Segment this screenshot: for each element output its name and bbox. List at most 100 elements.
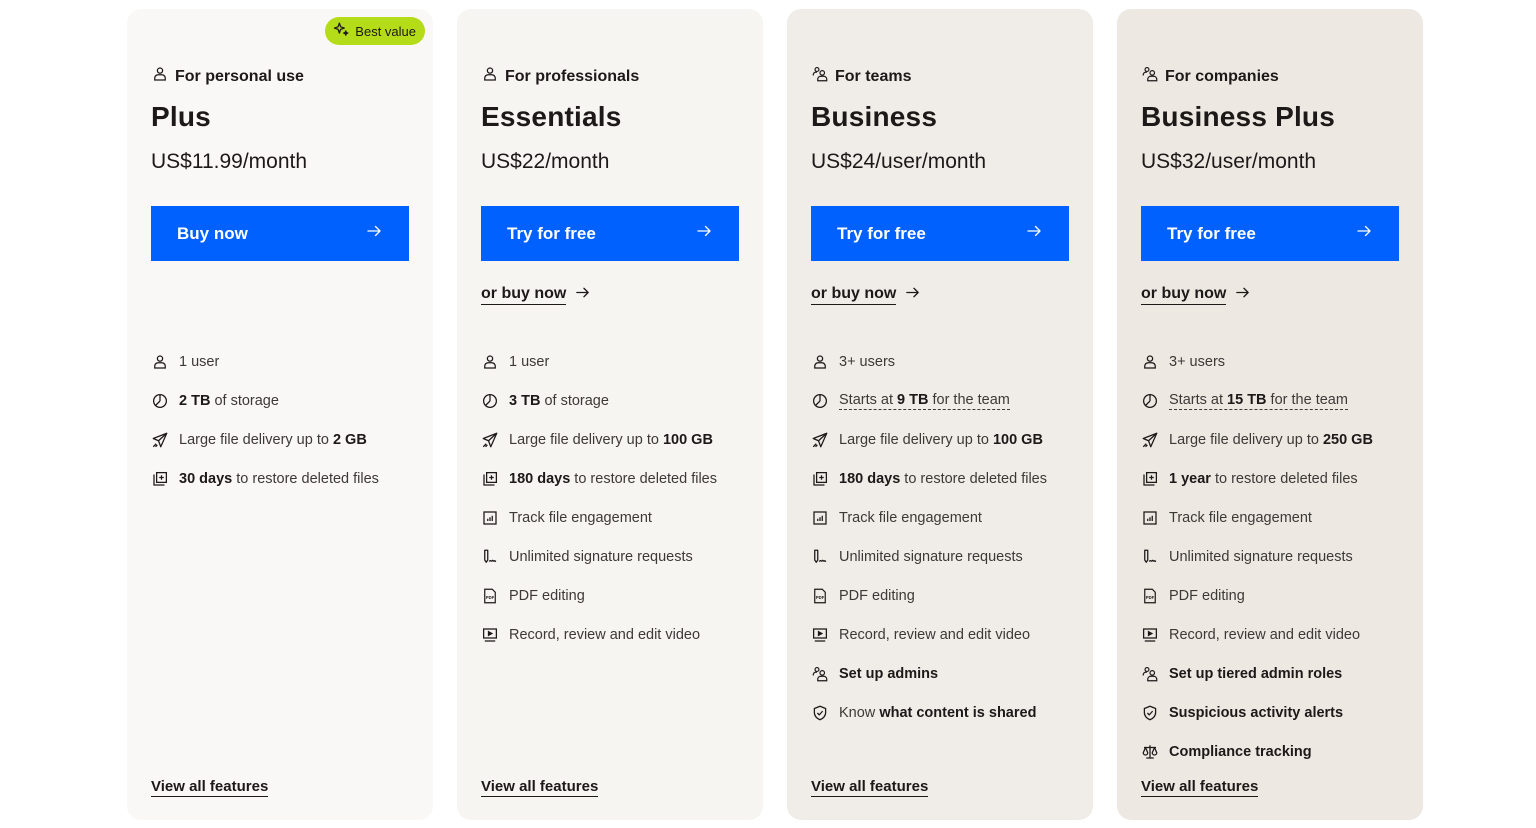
feature-list: 3+ users Starts at 9 TB for the team Large… bbox=[811, 342, 1047, 732]
feature-item: PDF PDF editing bbox=[1141, 576, 1373, 615]
feature-text-part: of storage bbox=[210, 392, 279, 409]
buy-now-link[interactable]: or buy now bbox=[481, 284, 591, 306]
view-all-features-link[interactable]: View all features bbox=[1141, 778, 1259, 797]
feature-text: 1 user bbox=[179, 354, 219, 370]
audience-label: For personal use bbox=[175, 67, 304, 85]
feature-item[interactable]: Starts at 15 TB for the team bbox=[1141, 381, 1373, 420]
feature-text-part: PDF editing bbox=[839, 587, 915, 604]
cta-label: Try for free bbox=[507, 223, 596, 243]
primary-cta-button[interactable]: Buy now bbox=[151, 206, 409, 261]
user-icon bbox=[481, 353, 499, 371]
plan-name: Plus bbox=[151, 101, 211, 132]
restore-icon bbox=[151, 470, 169, 488]
badge-label: Best value bbox=[355, 23, 416, 39]
user-icon bbox=[151, 353, 169, 371]
feature-item: Record, review and edit video bbox=[811, 615, 1047, 654]
feature-text-bold: 30 days bbox=[179, 470, 233, 487]
feature-text: Large file delivery up to 100 GB bbox=[839, 432, 1043, 448]
buy-now-link[interactable]: or buy now bbox=[1141, 284, 1251, 306]
buy-now-label: or buy now bbox=[481, 285, 567, 305]
feature-text: Set up admins bbox=[839, 666, 938, 682]
shield-icon bbox=[811, 704, 829, 722]
feature-item: PDF PDF editing bbox=[481, 576, 717, 615]
feature-text-part: Large file delivery up to bbox=[509, 431, 663, 448]
arrow-right-icon bbox=[695, 222, 713, 245]
feature-text-part: of storage bbox=[540, 392, 609, 409]
plan-audience: For companies bbox=[1141, 65, 1279, 88]
feature-text: 1 user bbox=[509, 354, 549, 370]
storage-icon bbox=[1141, 392, 1159, 410]
feature-text: Set up tiered admin roles bbox=[1169, 666, 1342, 682]
cta-label: Buy now bbox=[177, 223, 248, 243]
feature-text: PDF editing bbox=[839, 588, 915, 604]
signature-icon bbox=[481, 548, 499, 566]
feature-text-bold: 100 GB bbox=[662, 431, 713, 448]
feature-item: Large file delivery up to 250 GB bbox=[1141, 420, 1373, 459]
plan-price: US$22/month bbox=[481, 150, 610, 173]
pdf-icon: PDF bbox=[1141, 587, 1159, 605]
feature-item: Know what content is shared bbox=[811, 693, 1047, 732]
storage-icon bbox=[481, 392, 499, 410]
feature-text-part: Record, review and edit video bbox=[839, 626, 1031, 643]
feature-item: 30 days to restore deleted files bbox=[151, 459, 379, 498]
arrow-right-icon bbox=[1234, 284, 1251, 306]
view-all-features-link[interactable]: View all features bbox=[481, 778, 599, 797]
feature-text-part: 3+ users bbox=[1169, 353, 1226, 370]
primary-cta-button[interactable]: Try for free bbox=[1141, 206, 1399, 261]
arrow-right-icon bbox=[365, 222, 383, 245]
plan-name: Essentials bbox=[481, 101, 622, 132]
restore-icon bbox=[811, 470, 829, 488]
feature-text: 3 TB of storage bbox=[509, 393, 609, 409]
feature-text: Suspicious activity alerts bbox=[1169, 705, 1343, 721]
feature-text: Large file delivery up to 250 GB bbox=[1169, 432, 1373, 448]
plan-name: Business Plus bbox=[1141, 101, 1336, 132]
plan-card-business-plus: For companies Business Plus US$32/user/m… bbox=[1117, 9, 1423, 820]
feature-text: Track file engagement bbox=[839, 510, 982, 526]
view-all-features-link[interactable]: View all features bbox=[811, 778, 929, 797]
feature-text-part: to restore deleted files bbox=[1210, 470, 1358, 487]
feature-item: Large file delivery up to 2 GB bbox=[151, 420, 379, 459]
feature-text-bold: 180 days bbox=[839, 470, 901, 487]
feature-item: Track file engagement bbox=[481, 498, 717, 537]
buy-now-label: or buy now bbox=[811, 285, 897, 305]
chart-icon bbox=[1141, 509, 1159, 527]
feature-text-part: 1 user bbox=[179, 353, 220, 370]
primary-cta-button[interactable]: Try for free bbox=[481, 206, 739, 261]
feature-item: 180 days to restore deleted files bbox=[481, 459, 717, 498]
feature-item: 1 user bbox=[481, 342, 717, 381]
feature-text-part: PDF editing bbox=[1169, 587, 1245, 604]
svg-text:PDF: PDF bbox=[1146, 595, 1155, 600]
feature-text-part: Record, review and edit video bbox=[1169, 626, 1361, 643]
svg-text:PDF: PDF bbox=[486, 595, 495, 600]
feature-text: Compliance tracking bbox=[1169, 744, 1312, 760]
feature-text: Record, review and edit video bbox=[839, 627, 1030, 643]
pdf-icon: PDF bbox=[481, 587, 499, 605]
feature-text-part: 3+ users bbox=[839, 353, 896, 370]
feature-text-part: Record, review and edit video bbox=[509, 626, 701, 643]
video-icon bbox=[1141, 626, 1159, 644]
feature-text-part: PDF editing bbox=[509, 587, 585, 604]
team-icon bbox=[811, 665, 829, 683]
feature-text: Know what content is shared bbox=[839, 705, 1036, 721]
feature-list: 1 user 2 TB of storage Large file delivery… bbox=[151, 342, 379, 498]
plan-price: US$32/user/month bbox=[1141, 150, 1317, 173]
feature-text-part: for the team bbox=[928, 391, 1010, 408]
feature-text-part: to restore deleted files bbox=[570, 470, 717, 487]
feature-text-part: Unlimited signature requests bbox=[509, 548, 693, 565]
feature-text: Unlimited signature requests bbox=[509, 549, 693, 565]
signature-icon bbox=[1141, 548, 1159, 566]
team-icon bbox=[811, 65, 829, 88]
cta-label: Try for free bbox=[837, 223, 926, 243]
storage-icon bbox=[811, 392, 829, 410]
feature-text-part: Track file engagement bbox=[839, 509, 982, 526]
feature-text: Track file engagement bbox=[1169, 510, 1312, 526]
feature-text: Large file delivery up to 100 GB bbox=[509, 432, 713, 448]
primary-cta-button[interactable]: Try for free bbox=[811, 206, 1069, 261]
feature-text-part: Large file delivery up to bbox=[839, 431, 993, 448]
view-all-features-link[interactable]: View all features bbox=[151, 778, 269, 797]
feature-item[interactable]: Starts at 9 TB for the team bbox=[811, 381, 1047, 420]
feature-item: 3+ users bbox=[811, 342, 1047, 381]
feature-text: 3+ users bbox=[1169, 354, 1225, 370]
feature-item: Unlimited signature requests bbox=[481, 537, 717, 576]
buy-now-link[interactable]: or buy now bbox=[811, 284, 921, 306]
